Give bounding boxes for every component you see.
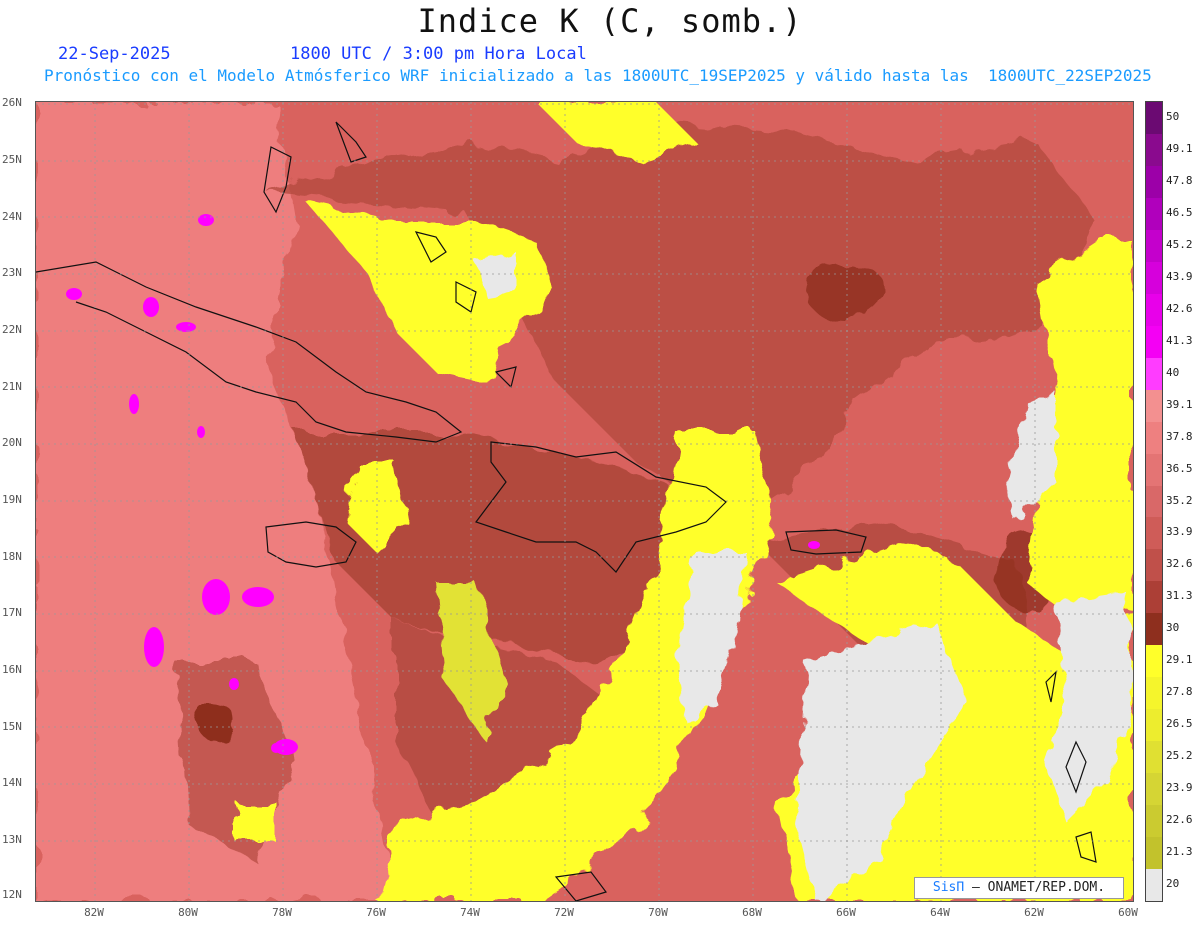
colorbar-segment (1146, 229, 1162, 263)
colorbar-segment (1146, 133, 1162, 167)
lon-label: 82W (84, 906, 104, 919)
lat-label: 19N (2, 493, 22, 506)
lon-label: 60W (1118, 906, 1138, 919)
colorbar-label: 32.6 (1166, 557, 1193, 571)
lat-label: 18N (2, 550, 22, 563)
lon-label: 74W (460, 906, 480, 919)
colorbar-segment (1146, 869, 1162, 902)
colorbar-label: 49.1 (1166, 141, 1193, 155)
lat-label: 25N (2, 153, 22, 166)
colorbar-segment (1146, 709, 1162, 742)
colorbar-label: 40 (1166, 365, 1180, 379)
colorbar-segment (1146, 677, 1162, 710)
chart-title: Indice K (C, somb.) (417, 2, 803, 40)
colorbar-segment (1146, 517, 1162, 550)
colorbar-segment (1146, 165, 1162, 199)
lat-label: 20N (2, 436, 22, 449)
lat-label: 21N (2, 380, 22, 393)
colorbar-segment (1146, 549, 1162, 582)
lat-label: 12N (2, 888, 22, 901)
colorbar-label: 27.8 (1166, 685, 1193, 699)
lon-label: 64W (930, 906, 950, 919)
lon-label: 72W (554, 906, 574, 919)
lat-label: 24N (2, 210, 22, 223)
colorbar-label: 36.5 (1166, 461, 1193, 475)
k-index-map (35, 101, 1134, 902)
colorbar-label: 43.9 (1166, 269, 1193, 283)
colorbar-segment (1146, 261, 1162, 295)
credit-text: – ONAMET/REP.DOM. (972, 880, 1106, 895)
colorbar-label: 20 (1166, 877, 1180, 891)
colorbar-label: 21.3 (1166, 845, 1193, 859)
colorbar-segment (1146, 837, 1162, 870)
lon-label: 66W (836, 906, 856, 919)
lat-label: 14N (2, 776, 22, 789)
colorbar-segment (1146, 773, 1162, 806)
colorbar-segment (1146, 645, 1162, 678)
colorbar-label: 31.3 (1166, 589, 1193, 603)
lon-label: 70W (648, 906, 668, 919)
colorbar-label: 29.1 (1166, 653, 1193, 667)
forecast-date: 22-Sep-2025 (58, 44, 171, 64)
sispi-logo-text: SisΠ (932, 880, 965, 895)
colorbar-segment (1146, 102, 1162, 135)
lat-label: 26N (2, 96, 22, 109)
lat-label: 16N (2, 663, 22, 676)
lon-label: 80W (178, 906, 198, 919)
colorbar-segment (1146, 613, 1162, 646)
colorbar-label: 23.9 (1166, 781, 1193, 795)
lon-label: 76W (366, 906, 386, 919)
colorbar-label: 26.5 (1166, 717, 1193, 731)
forecast-subtitle: Pronóstico con el Modelo Atmósferico WRF… (44, 66, 1152, 85)
colorbar-label: 35.2 (1166, 493, 1193, 507)
credit-box: SisΠ – ONAMET/REP.DOM. (914, 877, 1124, 899)
colorbar-segment (1146, 293, 1162, 327)
lat-label: 22N (2, 323, 22, 336)
colorbar-segment (1146, 485, 1162, 518)
colorbar-label: 42.6 (1166, 301, 1193, 315)
colorbar-label: 25.2 (1166, 749, 1193, 763)
colorbar-segment (1146, 741, 1162, 774)
colorbar-segment (1146, 325, 1162, 359)
colorbar-label: 33.9 (1166, 525, 1193, 539)
colorbar-label: 37.8 (1166, 429, 1193, 443)
lat-label: 17N (2, 606, 22, 619)
colorbar-segment (1146, 421, 1162, 455)
colorbar-label: 50 (1166, 109, 1180, 123)
lon-label: 68W (742, 906, 762, 919)
colorbar-label: 22.6 (1166, 813, 1193, 827)
colorbar-label: 41.3 (1166, 333, 1193, 347)
colorbar-label: 46.5 (1166, 205, 1193, 219)
colorbar-label: 30 (1166, 621, 1180, 635)
colorbar-segment (1146, 389, 1162, 423)
lon-label: 62W (1024, 906, 1044, 919)
colorbar-label: 39.1 (1166, 397, 1193, 411)
colorbar-label: 47.8 (1166, 173, 1193, 187)
lat-label: 23N (2, 266, 22, 279)
colorbar-segment (1146, 197, 1162, 231)
lon-label: 78W (272, 906, 292, 919)
colorbar-label: 45.2 (1166, 237, 1193, 251)
lat-label: 15N (2, 720, 22, 733)
colorbar-segment (1146, 357, 1162, 391)
lat-label: 13N (2, 833, 22, 846)
colorbar-segment (1146, 581, 1162, 614)
colorbar-segment (1146, 805, 1162, 838)
colorbar-segment (1146, 453, 1162, 486)
colorbar (1145, 101, 1163, 902)
forecast-time: 1800 UTC / 3:00 pm Hora Local (290, 44, 587, 64)
